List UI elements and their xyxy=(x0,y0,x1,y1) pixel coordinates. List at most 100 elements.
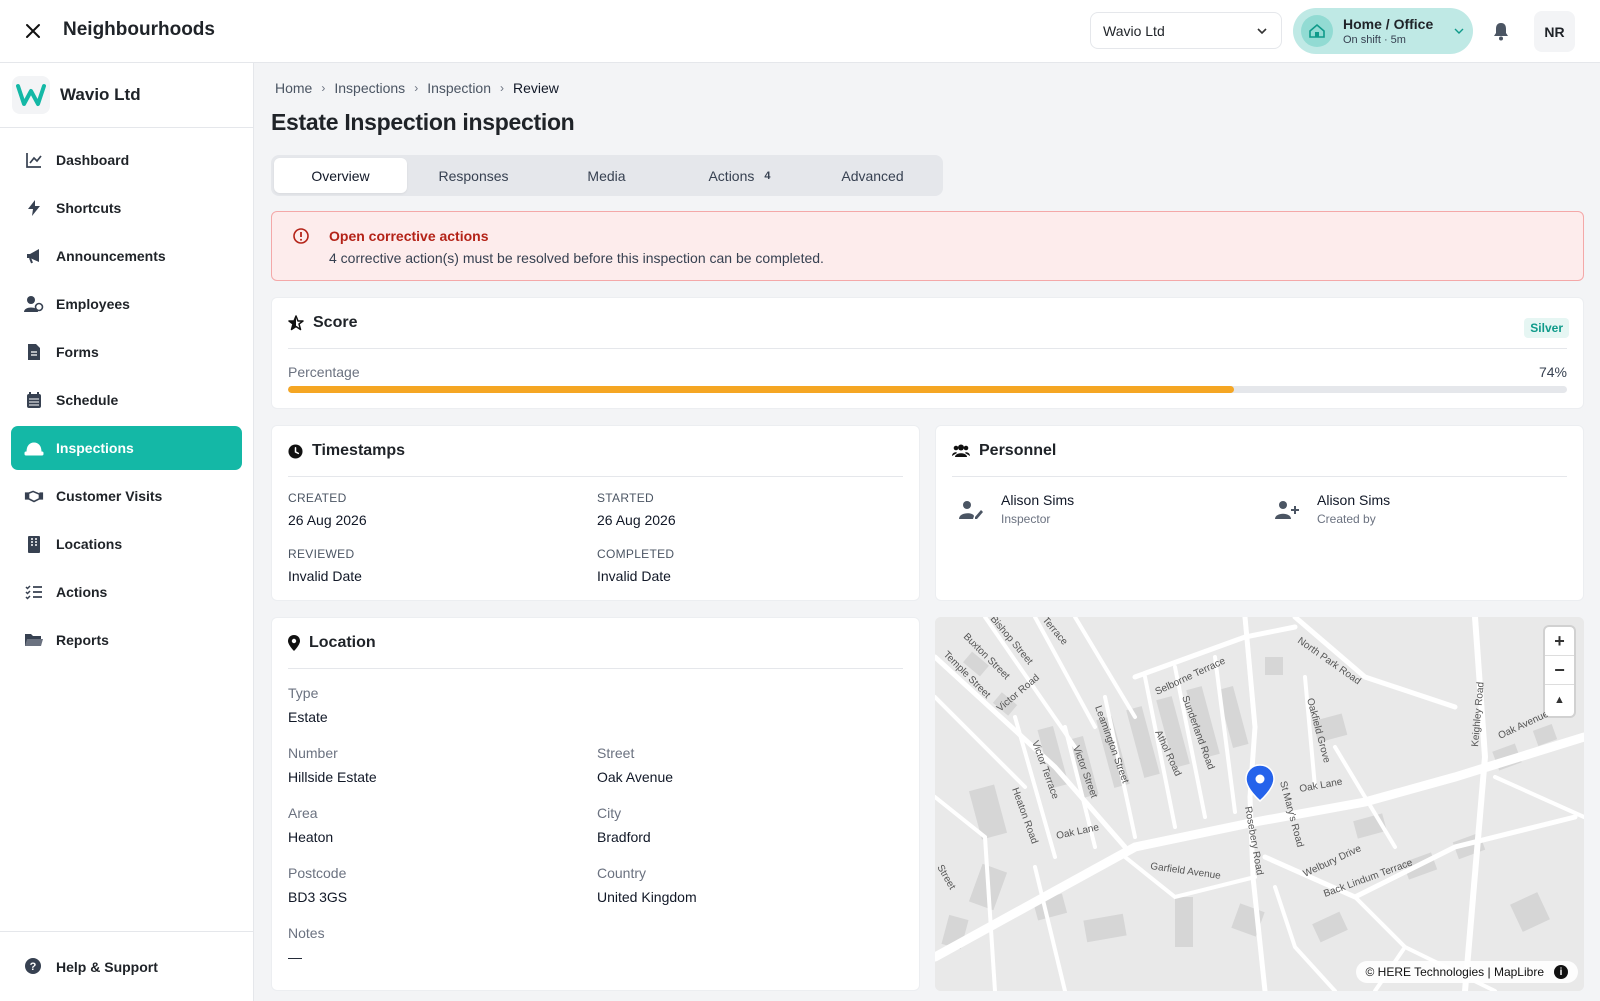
area-value: Heaton xyxy=(288,829,334,845)
sidebar-item-announcements[interactable]: Announcements xyxy=(11,234,242,278)
breadcrumb-inspections[interactable]: Inspections xyxy=(334,80,405,96)
divider xyxy=(952,476,1567,477)
breadcrumb-current: Review xyxy=(513,80,559,96)
sidebar-item-customer-visits[interactable]: Customer Visits xyxy=(11,474,242,518)
shift-location: Home / Office xyxy=(1343,16,1434,32)
sidebar-item-actions[interactable]: Actions xyxy=(11,570,242,614)
star-icon xyxy=(288,315,304,331)
users-icon xyxy=(952,444,970,457)
tab-overview[interactable]: Overview xyxy=(274,158,407,193)
score-card: Score Silver Percentage 74% xyxy=(271,297,1584,409)
list-check-icon xyxy=(24,582,44,602)
tab-actions[interactable]: Actions 4 xyxy=(673,158,806,193)
chart-line-icon xyxy=(24,150,44,170)
card-title: Timestamps xyxy=(312,442,406,459)
sidebar-item-locations[interactable]: Locations xyxy=(11,522,242,566)
map-canvas[interactable]: Oak Lane Oak Lane Garfield Avenue Rosebe… xyxy=(935,617,1584,991)
clock-icon xyxy=(288,443,303,459)
creator-name: Alison Sims xyxy=(1317,492,1391,508)
reviewed-value: Invalid Date xyxy=(288,568,362,584)
chevron-right-icon: › xyxy=(414,81,419,95)
street-label: Street xyxy=(597,745,635,761)
breadcrumb-inspection[interactable]: Inspection xyxy=(427,80,491,96)
city-value: Bradford xyxy=(597,829,651,845)
sidebar-item-reports[interactable]: Reports xyxy=(11,618,242,662)
sidebar-item-employees[interactable]: Employees xyxy=(11,282,242,326)
sidebar-item-inspections[interactable]: Inspections xyxy=(11,426,242,470)
tab-label: Overview xyxy=(311,167,370,184)
corrective-actions-alert: Open corrective actions 4 corrective act… xyxy=(271,211,1584,281)
tab-responses[interactable]: Responses xyxy=(407,158,540,193)
alert-message: 4 corrective action(s) must be resolved … xyxy=(329,250,824,266)
question-circle-icon: ? xyxy=(24,957,44,977)
sidebar-item-dashboard[interactable]: Dashboard xyxy=(11,138,242,182)
started-label: STARTED xyxy=(597,491,654,505)
created-value: 26 Aug 2026 xyxy=(288,512,367,528)
card-title: Location xyxy=(309,634,376,651)
divider xyxy=(288,476,903,477)
location-card: Location Type Estate Number Hillside Est… xyxy=(271,617,920,991)
bolt-icon xyxy=(24,198,44,218)
divider xyxy=(288,668,903,669)
score-progress-fill xyxy=(288,386,1235,393)
zoom-out-button[interactable]: − xyxy=(1545,656,1574,685)
compass-reset-button[interactable]: ▲ xyxy=(1545,685,1574,714)
breadcrumb: Home › Inspections › Inspection › Review xyxy=(275,80,559,96)
created-label: CREATED xyxy=(288,491,347,505)
map-pin-icon xyxy=(288,635,300,651)
info-icon[interactable]: i xyxy=(1554,965,1568,979)
completed-label: COMPLETED xyxy=(597,547,675,561)
notifications-bell-icon[interactable] xyxy=(1490,20,1514,44)
shift-status-button[interactable]: Home / Office On shift · 5m xyxy=(1293,8,1473,54)
country-label: Country xyxy=(597,865,647,881)
reviewed-label: REVIEWED xyxy=(288,547,355,561)
hard-hat-icon xyxy=(24,438,44,458)
help-and-support-link[interactable]: ? Help & Support xyxy=(0,931,253,1001)
zoom-in-button[interactable]: + xyxy=(1545,627,1574,656)
sidebar-item-label: Schedule xyxy=(56,392,119,408)
sidebar-item-label: Announcements xyxy=(56,248,166,264)
tab-advanced[interactable]: Advanced xyxy=(806,158,939,193)
card-title: Score xyxy=(313,314,358,331)
alert-title: Open corrective actions xyxy=(329,228,489,244)
organization-select-value: Wavio Ltd xyxy=(1103,22,1165,39)
compass-icon: ▲ xyxy=(1554,693,1565,706)
tab-label: Actions xyxy=(708,167,755,184)
user-plus-icon xyxy=(1275,500,1301,522)
type-label: Type xyxy=(288,685,319,701)
sidebar-item-label: Actions xyxy=(56,584,108,600)
sidebar-item-shortcuts[interactable]: Shortcuts xyxy=(11,186,242,230)
sidebar-item-label: Forms xyxy=(56,344,99,360)
user-avatar[interactable]: NR xyxy=(1534,11,1575,52)
creator-person: Alison Sims Created by xyxy=(1275,492,1390,526)
building-icon xyxy=(24,534,44,554)
map-controls: + − ▲ xyxy=(1545,627,1574,716)
chevron-right-icon: › xyxy=(321,81,326,95)
sidebar-item-label: Dashboard xyxy=(56,152,130,168)
handshake-icon xyxy=(24,486,44,506)
percentage-label: Percentage xyxy=(288,364,360,380)
creator-role: Created by xyxy=(1317,512,1376,526)
tab-label: Responses xyxy=(438,167,509,184)
file-icon xyxy=(24,342,44,362)
organization-select[interactable]: Wavio Ltd xyxy=(1090,12,1282,49)
close-icon[interactable] xyxy=(20,18,46,44)
city-label: City xyxy=(597,805,622,821)
tab-label: Advanced xyxy=(841,167,904,184)
postcode-value: BD3 3GS xyxy=(288,889,348,905)
brand[interactable]: Wavio Ltd xyxy=(0,63,253,128)
tab-media[interactable]: Media xyxy=(540,158,673,193)
actions-count-badge: 4 xyxy=(764,169,771,182)
sidebar-item-label: Employees xyxy=(56,296,130,312)
alert-circle-icon xyxy=(292,227,310,245)
score-card-header: Score xyxy=(288,314,357,332)
sidebar-item-schedule[interactable]: Schedule xyxy=(11,378,242,422)
postcode-label: Postcode xyxy=(288,865,347,881)
tab-label: Media xyxy=(587,167,626,184)
inspector-role: Inspector xyxy=(1001,512,1051,526)
home-office-icon xyxy=(1301,15,1333,47)
sidebar-item-forms[interactable]: Forms xyxy=(11,330,242,374)
breadcrumb-home[interactable]: Home xyxy=(275,80,312,96)
started-value: 26 Aug 2026 xyxy=(597,512,676,528)
location-map[interactable]: Oak Lane Oak Lane Garfield Avenue Rosebe… xyxy=(935,617,1584,991)
